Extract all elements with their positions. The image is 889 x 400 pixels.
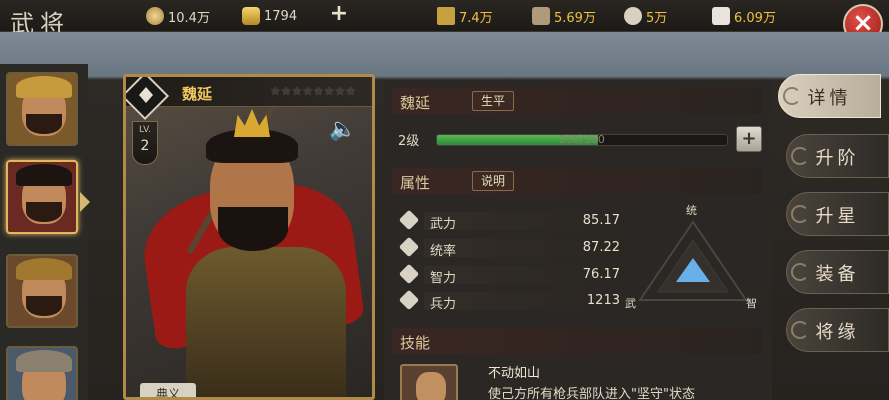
wood-icon — [532, 7, 550, 25]
gold-ingot-icon — [242, 7, 260, 25]
tab-fate[interactable]: 将缘 — [786, 308, 889, 352]
gold-resource: 1794 — [242, 6, 297, 26]
tab-details[interactable]: 详情 — [778, 74, 881, 118]
xp-text: 200/360 — [559, 134, 605, 146]
crown-icon — [234, 109, 270, 137]
attribute-radar — [638, 220, 748, 301]
level-badge: LV. 2 — [132, 121, 158, 165]
xp-bar: 200/360 — [436, 134, 728, 146]
hero-thumb-1[interactable] — [6, 72, 78, 146]
tab-label: 升星 — [815, 206, 860, 227]
skill-name: 不动如山 — [488, 366, 541, 381]
hero-level-text: 2级 — [398, 134, 420, 149]
selected-arrow-icon — [80, 192, 90, 212]
hero-thumb-2[interactable] — [6, 160, 78, 234]
command-icon — [398, 236, 420, 258]
intellect-icon — [398, 263, 420, 285]
iron-value: 6.09万 — [734, 10, 776, 26]
skill-portrait — [416, 372, 446, 400]
tab-promote[interactable]: 升阶 — [786, 134, 889, 178]
iron-resource: 6.09万 — [712, 6, 776, 26]
hair-icon — [16, 164, 72, 186]
helmet-icon — [16, 258, 72, 280]
stat-value: 85.17 — [582, 213, 620, 228]
tab-label: 详情 — [807, 88, 852, 109]
card-hero-name: 魏延 — [182, 85, 213, 103]
hero-thumb-3[interactable] — [6, 254, 78, 328]
tab-label: 升阶 — [815, 148, 860, 169]
stat-label: 武力 — [430, 217, 457, 232]
hero-beard-2 — [26, 202, 62, 222]
attributes-header: 属性 说明 — [392, 168, 762, 194]
wheat-value: 7.4万 — [459, 10, 493, 26]
speaker-icon[interactable]: 🔈 — [326, 117, 360, 145]
stat-label: 智力 — [430, 271, 457, 286]
card-bottom-button[interactable]: 典义 — [140, 383, 196, 397]
hero-armor — [186, 247, 346, 397]
wood-resource: 5.69万 — [532, 6, 596, 26]
top-bar: 武将 10.4万 1794 + 7.4万 5.69万 5万 6.09万 — [0, 0, 889, 38]
tab-star-up[interactable]: 升星 — [786, 192, 889, 236]
radar-label-intellect: 智 — [746, 297, 757, 310]
helmet-icon — [16, 76, 72, 98]
attributes-title: 属性 — [400, 174, 431, 192]
skill-description: 使己方所有枪兵部队进入"坚守"状态 — [488, 387, 695, 400]
hero-card: 魏延 ★★★★★★★★ LV. 2 🔈 典义 — [123, 74, 375, 400]
stat-label: 统率 — [430, 244, 457, 259]
force-icon — [398, 209, 420, 231]
stat-row-troops: 兵力 1213 — [398, 289, 624, 312]
hero-name-header: 魏延 生平 — [392, 88, 762, 114]
stat-label: 兵力 — [430, 297, 457, 312]
info-hero-name: 魏延 — [400, 94, 431, 112]
stat-value: 76.17 — [582, 267, 620, 282]
coin-icon — [146, 7, 164, 25]
stone-icon — [624, 7, 642, 25]
helmet-icon — [16, 350, 72, 372]
radar-label-command: 统 — [686, 204, 697, 217]
stat-value: 1213 — [586, 293, 620, 308]
hero-beard-3 — [26, 296, 62, 316]
bio-button[interactable]: 生平 — [472, 91, 515, 111]
coin-value: 10.4万 — [168, 10, 210, 26]
add-gold-button[interactable]: + — [328, 3, 350, 26]
stone-value: 5万 — [646, 10, 668, 26]
coin-resource: 10.4万 — [146, 6, 210, 26]
tab-label: 装备 — [815, 264, 860, 285]
level-value: 2 — [140, 138, 150, 154]
hero-list — [0, 64, 88, 400]
radar-label-force: 武 — [625, 297, 636, 310]
wheat-resource: 7.4万 — [437, 6, 493, 26]
wood-value: 5.69万 — [554, 10, 596, 26]
skills-header: 技能 — [392, 328, 762, 354]
stone-resource: 5万 — [624, 6, 667, 26]
add-xp-button[interactable]: + — [736, 126, 762, 152]
wheat-icon — [437, 7, 455, 25]
stat-row-force: 武力 85.17 — [398, 209, 624, 232]
troops-icon — [398, 289, 420, 311]
level-label: LV. — [139, 125, 151, 135]
tab-label: 将缘 — [815, 322, 860, 343]
tab-equipment[interactable]: 装备 — [786, 250, 889, 294]
gold-value: 1794 — [264, 8, 298, 24]
skill-icon[interactable] — [400, 364, 458, 400]
hero-thumb-4[interactable] — [6, 346, 78, 400]
stat-row-intellect: 智力 76.17 — [398, 263, 624, 286]
stat-value: 87.22 — [582, 240, 620, 255]
hero-beard — [218, 207, 288, 251]
star-rating: ★★★★★★★★ — [270, 84, 357, 98]
stat-row-command: 统率 87.22 — [398, 236, 624, 259]
explain-button[interactable]: 说明 — [472, 171, 515, 191]
skills-title: 技能 — [400, 334, 431, 352]
iron-icon — [712, 7, 730, 25]
hero-beard-1 — [26, 114, 62, 134]
